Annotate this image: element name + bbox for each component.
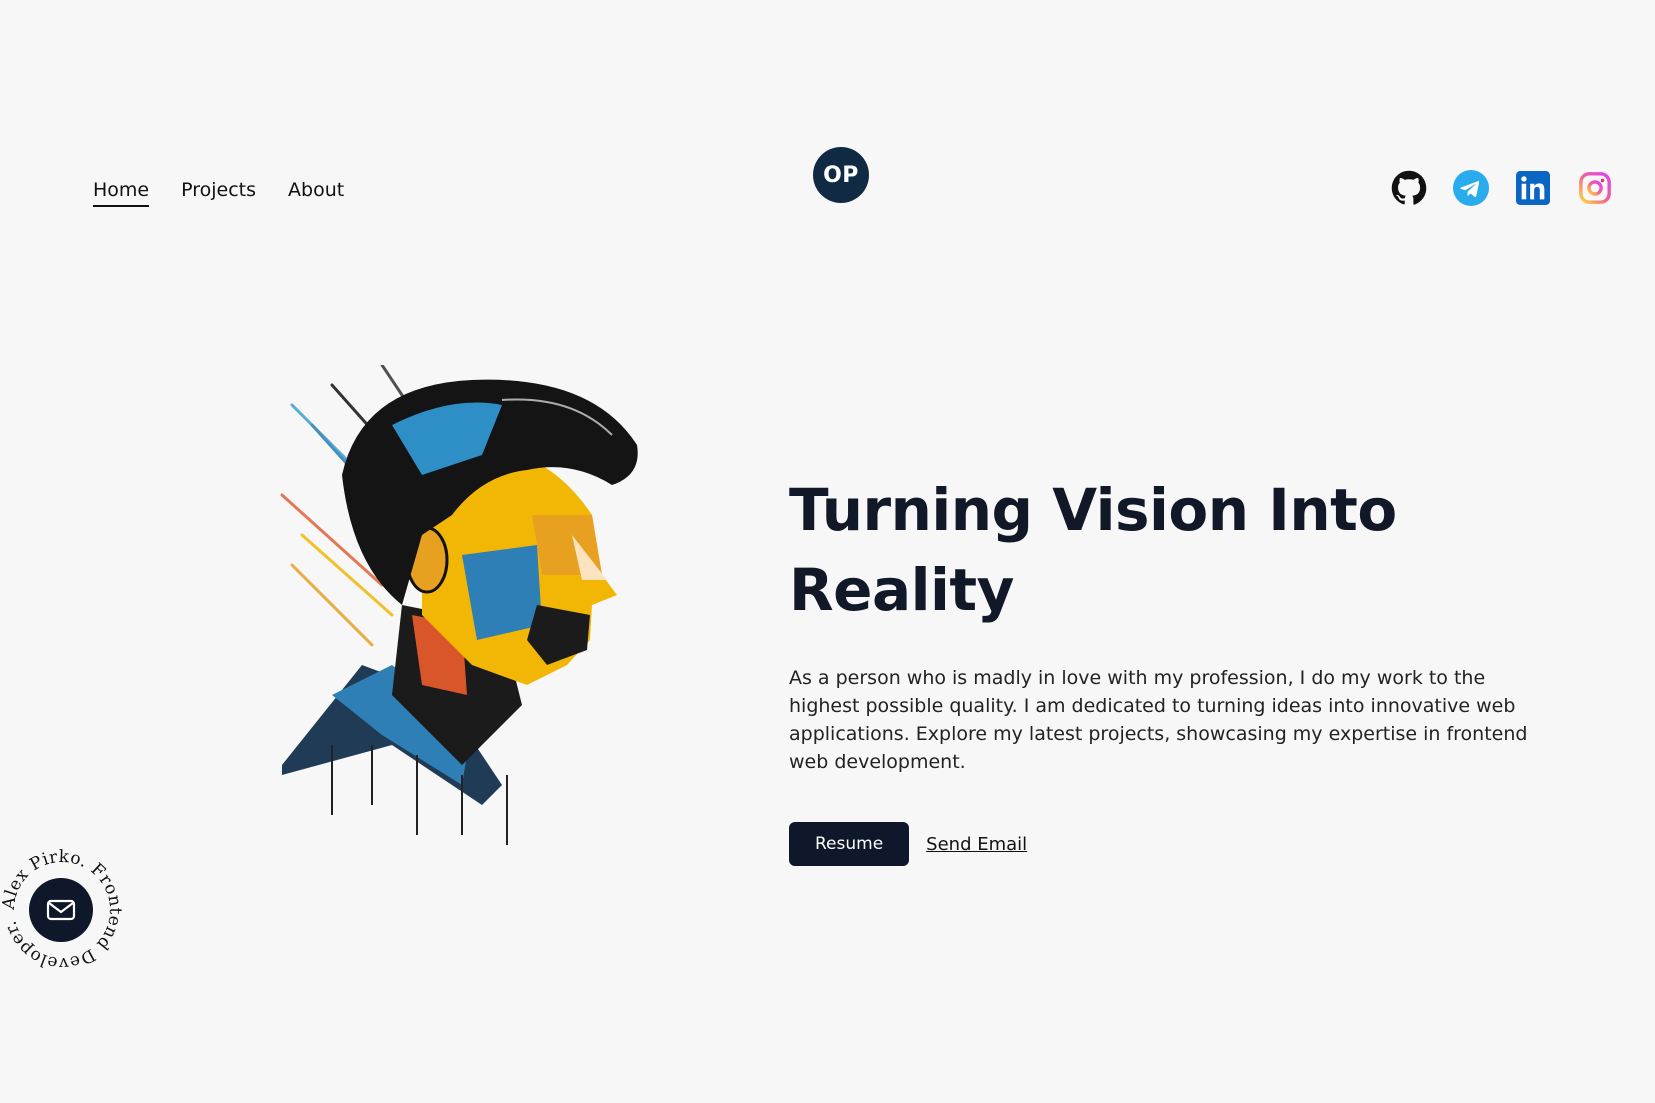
nav-home[interactable]: Home <box>93 176 150 207</box>
telegram-link[interactable] <box>1453 170 1489 206</box>
social-links <box>1391 170 1613 206</box>
linkedin-link[interactable] <box>1515 170 1551 206</box>
hero-title: Turning Vision Into Reality <box>789 476 1397 624</box>
github-link[interactable] <box>1391 170 1427 206</box>
linkedin-icon <box>1516 171 1550 205</box>
mail-icon <box>46 899 76 921</box>
logo[interactable]: OP <box>813 147 869 203</box>
nav-about[interactable]: About <box>288 176 344 204</box>
telegram-icon <box>1453 170 1489 206</box>
mail-button[interactable] <box>29 878 93 942</box>
github-icon <box>1391 170 1427 205</box>
hero-actions: Resume Send Email <box>789 822 1569 866</box>
instagram-icon <box>1579 172 1611 204</box>
main-nav: Home Projects About <box>93 176 344 207</box>
send-email-link[interactable]: Send Email <box>926 834 1027 855</box>
hero-description: As a person who is madly in love with my… <box>789 667 1528 773</box>
resume-button[interactable]: Resume <box>789 822 910 866</box>
contact-badge: Alex Pirko. Frontend Developer. <box>0 847 125 973</box>
hero-section: Turning Vision Into Reality As a person … <box>789 470 1569 866</box>
instagram-link[interactable] <box>1577 170 1613 206</box>
nav-projects[interactable]: Projects <box>181 176 256 204</box>
profile-illustration <box>280 365 638 845</box>
